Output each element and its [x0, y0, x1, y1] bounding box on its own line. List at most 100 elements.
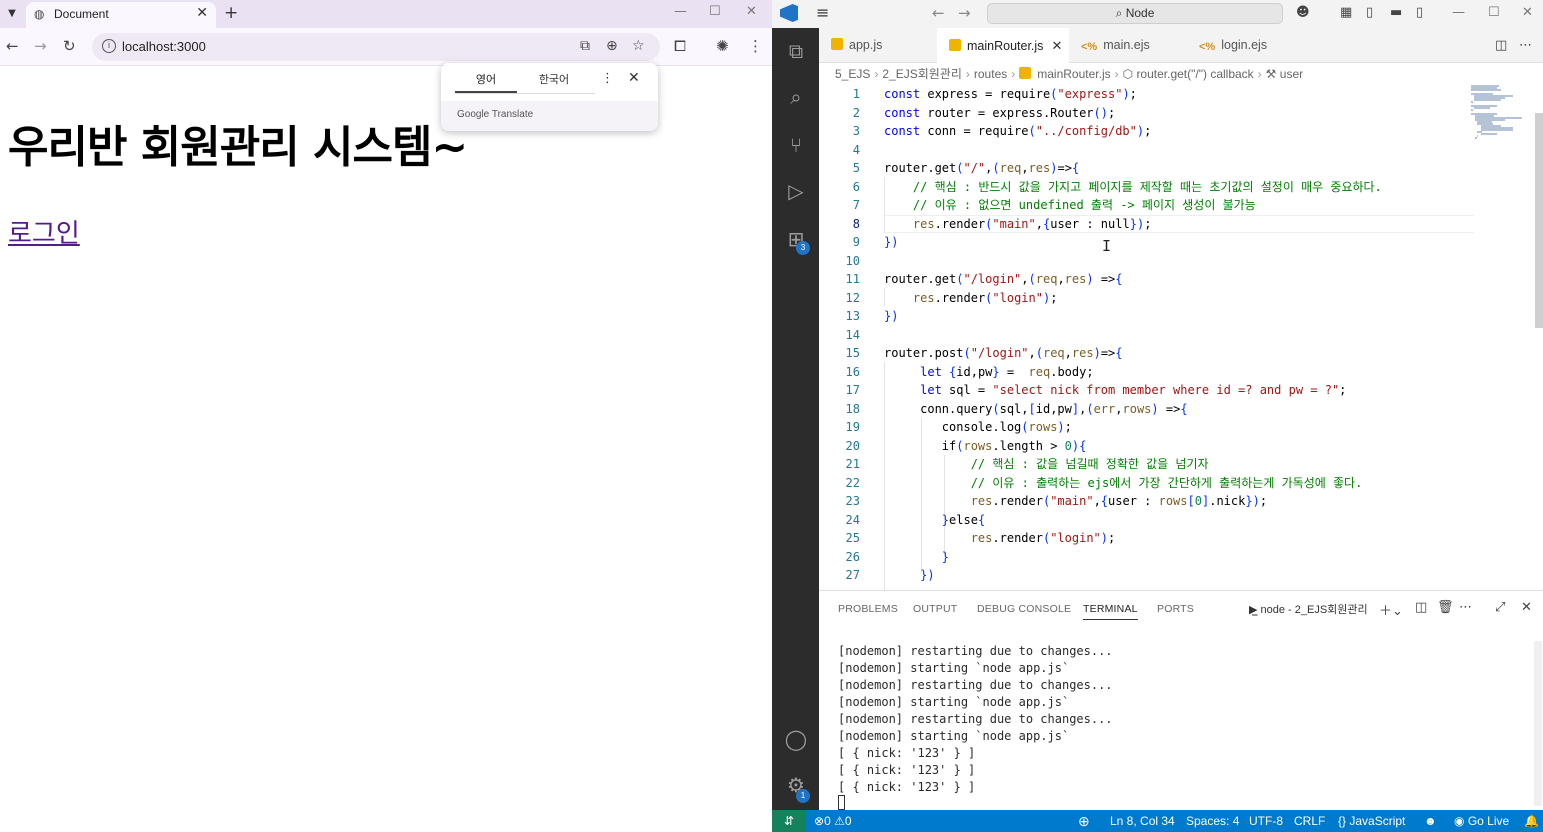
tab-main-ejs[interactable]: <% main.ejs: [1069, 28, 1187, 63]
bookmark-star-icon[interactable]: ☆: [632, 38, 645, 54]
bottom-panel: PROBLEMS OUTPUT DEBUG CONSOLE TERMINAL P…: [819, 590, 1543, 810]
breadcrumb-item[interactable]: 5_EJS: [835, 67, 870, 81]
terminal-line: [nodemon] starting `node app.js`: [838, 695, 1070, 709]
minimize-icon[interactable]: —: [1452, 5, 1465, 20]
close-panel-icon[interactable]: ✕: [1521, 600, 1532, 615]
close-icon[interactable]: ✕: [628, 70, 640, 86]
panel-tab-debug-console[interactable]: DEBUG CONSOLE: [977, 603, 1071, 615]
notifications-bell-icon[interactable]: 🔔: [1524, 814, 1539, 828]
more-actions-icon[interactable]: ⋯: [1519, 38, 1532, 53]
minimap-line: [1471, 109, 1473, 111]
browser-tab[interactable]: ◍ Document ✕: [26, 2, 216, 28]
vscode-titlebar: ≡ ← → ⌕ Node ☻ ▦ ▯ ▬ ▯ — ☐ ✕: [772, 0, 1543, 28]
variable-symbol-icon: ⚒: [1265, 67, 1280, 81]
url-text[interactable]: localhost:3000: [122, 39, 206, 54]
translate-popup: 영어 한국어 ⋮ ✕ Google Translate: [441, 63, 658, 131]
cursor-position[interactable]: Ln 8, Col 34: [1110, 814, 1175, 828]
indentation[interactable]: Spaces: 4: [1186, 814, 1239, 828]
reload-icon[interactable]: ↻: [63, 37, 76, 55]
line-number: 3: [852, 124, 860, 138]
more-actions-icon[interactable]: ⋯: [1459, 600, 1472, 615]
breadcrumb-item[interactable]: user: [1280, 67, 1303, 81]
browser-menu-icon[interactable]: ⋮: [748, 37, 763, 55]
source-control-icon[interactable]: ⑂: [783, 132, 809, 158]
line-ending[interactable]: CRLF: [1294, 814, 1325, 828]
explorer-files-icon[interactable]: ⧉: [783, 38, 809, 64]
terminal-line: [ { nick: '123' } ]: [838, 746, 976, 760]
editor-scrollbar[interactable]: [1535, 113, 1543, 328]
panel-tab-ports[interactable]: PORTS: [1157, 603, 1194, 615]
profile-avatar-icon[interactable]: ✺: [716, 37, 729, 55]
more-options-icon[interactable]: ⋮: [601, 71, 614, 86]
breadcrumb-item[interactable]: 2_EJS회원관리: [882, 67, 962, 81]
search-icon[interactable]: ⌕: [783, 84, 809, 110]
settings-badge: 1: [796, 789, 810, 803]
breadcrumb-item[interactable]: routes: [974, 67, 1007, 81]
split-terminal-icon[interactable]: ◫: [1415, 600, 1427, 615]
nav-back-icon[interactable]: ←: [932, 4, 945, 22]
nav-forward-icon[interactable]: →: [958, 4, 971, 22]
toggle-panel-icon[interactable]: ▬: [1390, 5, 1402, 20]
code-editor[interactable]: 1 2 3 4 5 6 7 8 9 10 11 12 13 14 15 16 17 18 19 20 21 22 23 24 2…: [819, 85, 1543, 590]
login-link[interactable]: 로그인: [8, 213, 80, 250]
tab-login-ejs[interactable]: <% login.ejs: [1187, 28, 1303, 63]
tab-mainrouter-js[interactable]: mainRouter.js ✕: [937, 28, 1069, 63]
close-window-icon[interactable]: ✕: [1522, 5, 1533, 20]
maximize-panel-icon[interactable]: ⤢: [1495, 600, 1505, 615]
tab-search-chevron-icon[interactable]: ▼: [2, 4, 22, 24]
toggle-sidebar-icon[interactable]: ▯: [1366, 5, 1373, 20]
terminal-scrollbar[interactable]: [1534, 641, 1542, 806]
panel-tab-output[interactable]: OUTPUT: [913, 603, 957, 615]
back-arrow-icon[interactable]: ←: [6, 37, 19, 55]
site-info-icon[interactable]: i: [102, 39, 116, 53]
remote-indicator-icon[interactable]: ⇵: [772, 810, 806, 832]
error-icon: ⊗: [814, 814, 825, 828]
tab-close-icon[interactable]: ✕: [1051, 38, 1062, 53]
breadcrumb-item[interactable]: mainRouter.js: [1037, 67, 1110, 81]
panel-tab-terminal[interactable]: TERMINAL: [1083, 603, 1138, 620]
minimize-icon[interactable]: —: [674, 4, 687, 19]
zoom-icon[interactable]: ⊕: [1078, 813, 1090, 830]
trash-icon[interactable]: 🗑: [1437, 600, 1454, 615]
breadcrumb-item[interactable]: router.get("/") callback: [1136, 67, 1253, 81]
layout-customize-icon[interactable]: ▦: [1340, 5, 1352, 20]
zoom-icon[interactable]: ⊕: [606, 38, 618, 54]
minimap-line: [1474, 99, 1501, 101]
translate-tab-target[interactable]: 한국어: [521, 71, 587, 93]
new-terminal-plus-icon[interactable]: ＋⌄: [1379, 600, 1403, 619]
encoding[interactable]: UTF-8: [1249, 814, 1283, 828]
problems-status[interactable]: ⊗0 ⚠0: [814, 814, 852, 828]
maximize-icon[interactable]: ☐: [1488, 5, 1500, 20]
account-icon[interactable]: ◯: [783, 726, 809, 752]
line-number: 7: [852, 198, 860, 212]
terminal-output[interactable]: [nodemon] restarting due to changes... [n…: [838, 643, 1113, 796]
copilot-icon[interactable]: ☻: [1296, 5, 1310, 20]
hamburger-menu-icon[interactable]: ≡: [816, 3, 829, 22]
close-window-icon[interactable]: ✕: [746, 4, 757, 19]
new-tab-button[interactable]: +: [224, 3, 238, 23]
toggle-secondary-sidebar-icon[interactable]: ▯: [1416, 5, 1423, 20]
extensions-puzzle-icon[interactable]: ⧠: [674, 37, 686, 55]
run-debug-icon[interactable]: ▷: [783, 178, 809, 204]
forward-arrow-icon[interactable]: →: [34, 37, 47, 55]
maximize-icon[interactable]: ☐: [709, 4, 721, 19]
address-bar[interactable]: i localhost:3000 ⧉ ⊕ ☆: [92, 33, 660, 61]
copilot-status-icon[interactable]: ☻: [1424, 814, 1437, 828]
minimap-line: [1471, 101, 1473, 103]
go-live-button[interactable]: ◉ Go Live: [1454, 814, 1509, 828]
tab-app-js[interactable]: app.js: [819, 28, 937, 63]
split-editor-icon[interactable]: ◫: [1495, 38, 1507, 53]
terminal-selector[interactable]: ▶̲ node - 2_EJS회원관리: [1249, 601, 1368, 617]
editor-tabs: app.js mainRouter.js ✕ <% main.ejs <% login…: [819, 28, 1543, 63]
google-translate-brand: Google Translate: [457, 109, 534, 120]
translate-icon[interactable]: ⧉: [580, 38, 590, 54]
status-bar: ⇵ ⊗0 ⚠0 ⊕ Ln 8, Col 34 Spaces: 4 UTF-8 C…: [772, 810, 1543, 832]
terminal-line: [ { nick: '123' } ]: [838, 780, 976, 794]
language-mode[interactable]: {} JavaScript: [1338, 814, 1405, 828]
translate-tab-source[interactable]: 영어: [455, 71, 517, 93]
minimap[interactable]: [1471, 85, 1535, 145]
minimap-line: [1480, 133, 1497, 135]
panel-tab-problems[interactable]: PROBLEMS: [838, 603, 898, 615]
command-center-search[interactable]: ⌕ Node: [987, 3, 1283, 24]
tab-close-icon[interactable]: ✕: [196, 5, 208, 21]
